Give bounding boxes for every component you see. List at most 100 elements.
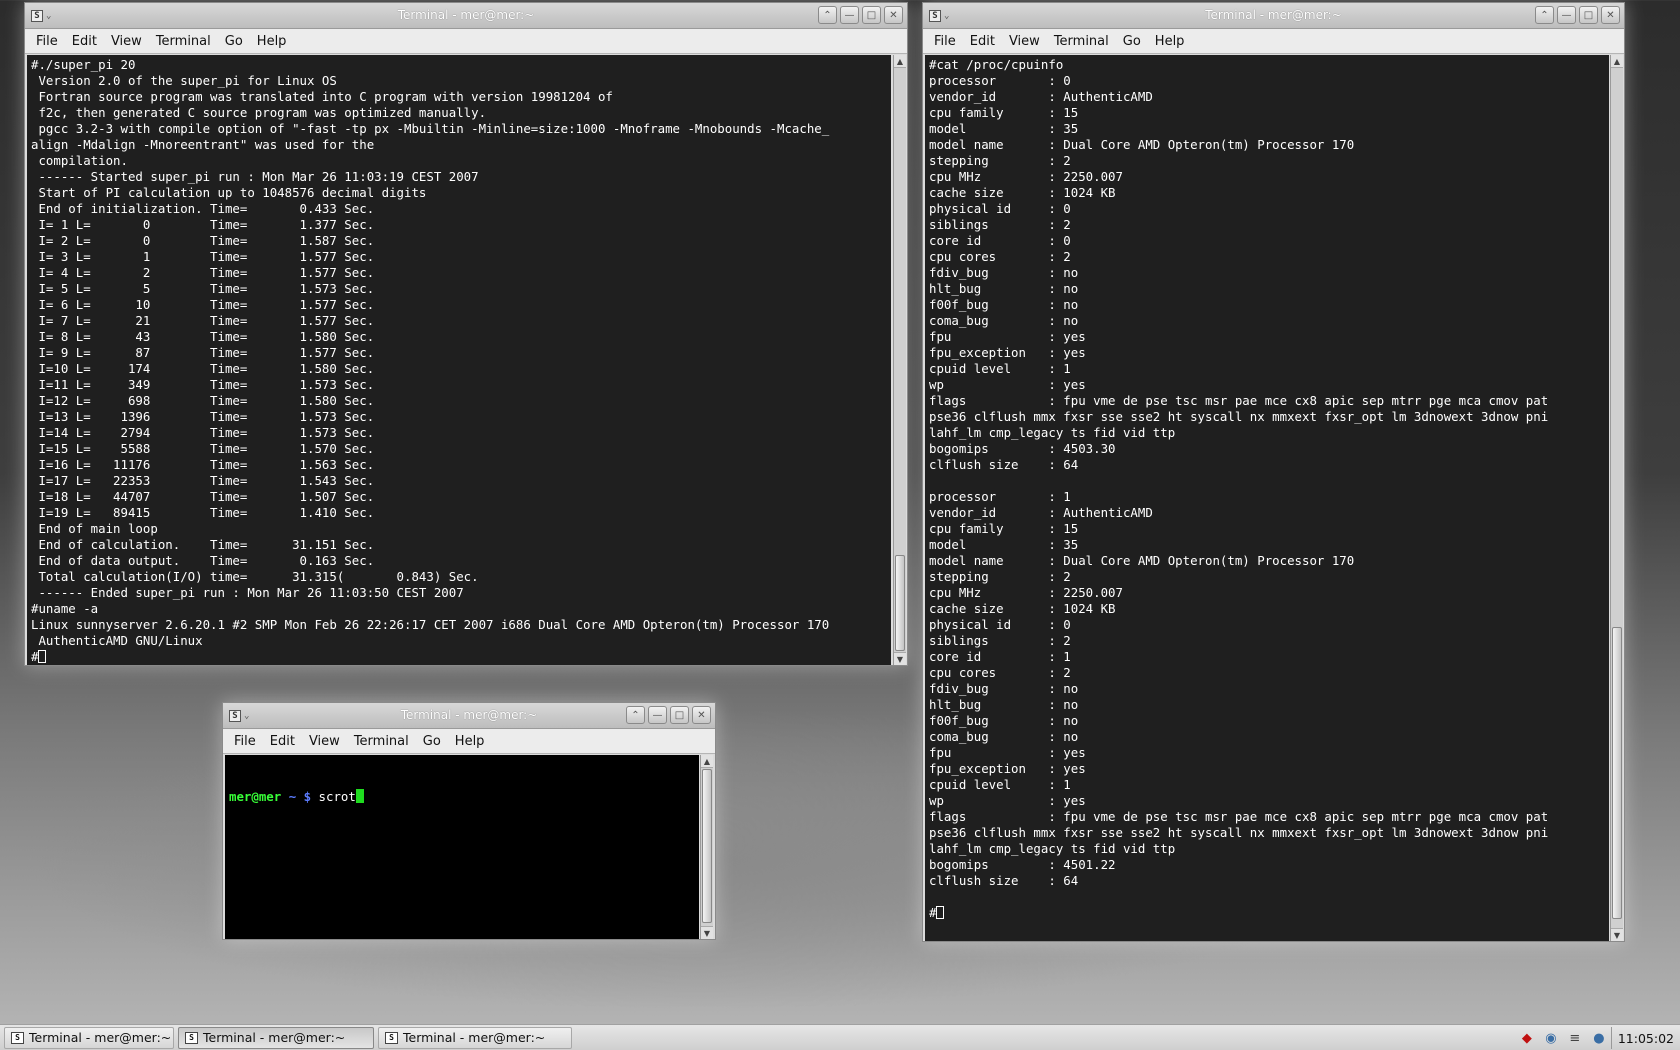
terminal-icon: S bbox=[385, 1031, 398, 1044]
menu-terminal[interactable]: Terminal bbox=[347, 734, 416, 749]
menu-view[interactable]: View bbox=[1002, 34, 1047, 49]
terminal-output[interactable]: mer@mer ~ $ scrot bbox=[225, 755, 699, 939]
terminal-line: vendor_id : AuthenticAMD bbox=[929, 89, 1153, 104]
terminal-line: wp : yes bbox=[929, 793, 1086, 808]
scrollbar[interactable]: ▲ ▼ bbox=[1610, 55, 1623, 941]
terminal-line: I= 4 L= 2 Time= 1.577 Sec. bbox=[31, 265, 375, 280]
menu-file[interactable]: File bbox=[927, 34, 963, 49]
scroll-up-arrow[interactable]: ▲ bbox=[1611, 55, 1623, 68]
terminal-line: cache size : 1024 KB bbox=[929, 601, 1116, 616]
window-menu-icon[interactable]: S ⌄ bbox=[31, 7, 53, 25]
menu-help[interactable]: Help bbox=[250, 34, 294, 49]
terminal-line: I= 7 L= 21 Time= 1.577 Sec. bbox=[31, 313, 375, 328]
terminal-icon: S bbox=[185, 1031, 198, 1044]
menu-go[interactable]: Go bbox=[218, 34, 250, 49]
scroll-thumb[interactable] bbox=[895, 555, 905, 651]
terminal-line: I= 3 L= 1 Time= 1.577 Sec. bbox=[31, 249, 375, 264]
terminal-line: #./super_pi 20 bbox=[31, 57, 136, 72]
scroll-up-arrow[interactable]: ▲ bbox=[894, 55, 906, 68]
menu-go[interactable]: Go bbox=[1116, 34, 1148, 49]
taskbar-item-active[interactable]: S Terminal - mer@mer:~ bbox=[178, 1026, 374, 1049]
menubar: File Edit View Terminal Go Help bbox=[25, 29, 907, 54]
notes-icon[interactable]: ≡ bbox=[1566, 1029, 1584, 1047]
close-button[interactable]: ✕ bbox=[884, 6, 903, 24]
terminal-line: ------ Started super_pi run : Mon Mar 26… bbox=[31, 169, 479, 184]
terminal-line: hlt_bug : no bbox=[929, 281, 1079, 296]
menu-edit[interactable]: Edit bbox=[263, 734, 302, 749]
network-globe-icon[interactable]: ◉ bbox=[1542, 1029, 1560, 1047]
menu-edit[interactable]: Edit bbox=[65, 34, 104, 49]
terminal-line: coma_bug : no bbox=[929, 729, 1079, 744]
terminal-line: cpu MHz : 2250.007 bbox=[929, 585, 1123, 600]
ruby-gem-icon[interactable]: ◆ bbox=[1518, 1029, 1536, 1047]
terminal-output[interactable]: #cat /proc/cpuinfo processor : 0 vendor_id… bbox=[925, 55, 1609, 941]
terminal-line: siblings : 2 bbox=[929, 217, 1071, 232]
terminal-line: f00f_bug : no bbox=[929, 297, 1079, 312]
terminal-line: stepping : 2 bbox=[929, 153, 1071, 168]
menu-file[interactable]: File bbox=[29, 34, 65, 49]
titlebar[interactable]: S ⌄ Terminal - mer@mer:~ ⌃ — □ ✕ bbox=[25, 3, 907, 29]
window-menu-icon[interactable]: S ⌄ bbox=[229, 707, 251, 725]
taskbar-item[interactable]: S Terminal - mer@mer:~ bbox=[4, 1026, 174, 1049]
menu-terminal[interactable]: Terminal bbox=[1047, 34, 1116, 49]
terminal-line: flags : fpu vme de pse tsc msr pae mce c… bbox=[929, 393, 1549, 408]
menu-terminal[interactable]: Terminal bbox=[149, 34, 218, 49]
close-button[interactable]: ✕ bbox=[692, 706, 711, 724]
maximize-button[interactable]: □ bbox=[1579, 6, 1598, 24]
window-title: Terminal - mer@mer:~ bbox=[1205, 8, 1342, 22]
terminal-line: #cat /proc/cpuinfo bbox=[929, 57, 1064, 72]
window-menu-icon[interactable]: S ⌄ bbox=[929, 7, 951, 25]
scroll-thumb[interactable] bbox=[702, 769, 712, 923]
scrollbar[interactable]: ▲ ▼ bbox=[700, 755, 713, 939]
scrollbar[interactable]: ▲ ▼ bbox=[893, 55, 906, 665]
volume-icon[interactable]: ● bbox=[1590, 1029, 1608, 1047]
terminal-line: fpu_exception : yes bbox=[929, 345, 1086, 360]
shade-button[interactable]: ⌃ bbox=[818, 6, 837, 24]
scroll-down-arrow[interactable]: ▼ bbox=[894, 652, 906, 665]
maximize-button[interactable]: □ bbox=[670, 706, 689, 724]
menu-help[interactable]: Help bbox=[448, 734, 492, 749]
terminal-line: cpu cores : 2 bbox=[929, 249, 1071, 264]
menu-view[interactable]: View bbox=[104, 34, 149, 49]
maximize-button[interactable]: □ bbox=[862, 6, 881, 24]
taskbar-item-label: Terminal - mer@mer:~ bbox=[403, 1030, 546, 1045]
system-tray: ◆ ◉ ≡ ● 11:05:02 bbox=[1515, 1025, 1680, 1050]
terminal-output[interactable]: #./super_pi 20 Version 2.0 of the super_… bbox=[27, 55, 891, 665]
prompt-symbol: # bbox=[929, 905, 937, 920]
terminal-line: fdiv_bug : no bbox=[929, 681, 1079, 696]
titlebar[interactable]: S ⌄ Terminal - mer@mer:~ ⌃ — □ ✕ bbox=[923, 3, 1624, 29]
terminal-line: lahf_lm cmp_legacy ts fid vid ttp bbox=[929, 425, 1176, 440]
scroll-down-arrow[interactable]: ▼ bbox=[1611, 928, 1623, 941]
menu-file[interactable]: File bbox=[227, 734, 263, 749]
scroll-down-arrow[interactable]: ▼ bbox=[701, 926, 713, 939]
titlebar[interactable]: S ⌄ Terminal - mer@mer:~ ⌃ — □ ✕ bbox=[223, 703, 715, 729]
terminal-line: AuthenticAMD GNU/Linux bbox=[31, 633, 203, 648]
menu-go[interactable]: Go bbox=[416, 734, 448, 749]
taskbar: S Terminal - mer@mer:~ S Terminal - mer@me… bbox=[0, 1024, 1680, 1050]
terminal-line: model name : Dual Core AMD Opteron(tm) P… bbox=[929, 553, 1355, 568]
terminal-line: I= 9 L= 87 Time= 1.577 Sec. bbox=[31, 345, 375, 360]
menu-view[interactable]: View bbox=[302, 734, 347, 749]
shade-button[interactable]: ⌃ bbox=[1535, 6, 1554, 24]
menubar: File Edit View Terminal Go Help bbox=[923, 29, 1624, 54]
minimize-button[interactable]: — bbox=[840, 6, 859, 24]
terminal-line: I=17 L= 22353 Time= 1.543 Sec. bbox=[31, 473, 375, 488]
minimize-button[interactable]: — bbox=[1557, 6, 1576, 24]
terminal-line: I=11 L= 349 Time= 1.573 Sec. bbox=[31, 377, 375, 392]
menu-edit[interactable]: Edit bbox=[963, 34, 1002, 49]
taskbar-item[interactable]: S Terminal - mer@mer:~ bbox=[378, 1026, 572, 1049]
terminal-line: ------ Ended super_pi run : Mon Mar 26 1… bbox=[31, 585, 464, 600]
close-button[interactable]: ✕ bbox=[1601, 6, 1620, 24]
scroll-thumb[interactable] bbox=[1612, 627, 1622, 919]
terminal-line: Linux sunnyserver 2.6.20.1 #2 SMP Mon Fe… bbox=[31, 617, 830, 632]
menu-help[interactable]: Help bbox=[1148, 34, 1192, 49]
shade-button[interactable]: ⌃ bbox=[626, 706, 645, 724]
terminal-line: model : 35 bbox=[929, 121, 1079, 136]
prompt-line: # bbox=[31, 649, 887, 665]
terminal-window-left: S ⌄ Terminal - mer@mer:~ ⌃ — □ ✕ File Edit… bbox=[24, 2, 908, 666]
terminal-line: End of main loop bbox=[31, 521, 158, 536]
minimize-button[interactable]: — bbox=[648, 706, 667, 724]
terminal-line: bogomips : 4501.22 bbox=[929, 857, 1116, 872]
scroll-up-arrow[interactable]: ▲ bbox=[701, 755, 713, 768]
terminal-line: I=14 L= 2794 Time= 1.573 Sec. bbox=[31, 425, 375, 440]
